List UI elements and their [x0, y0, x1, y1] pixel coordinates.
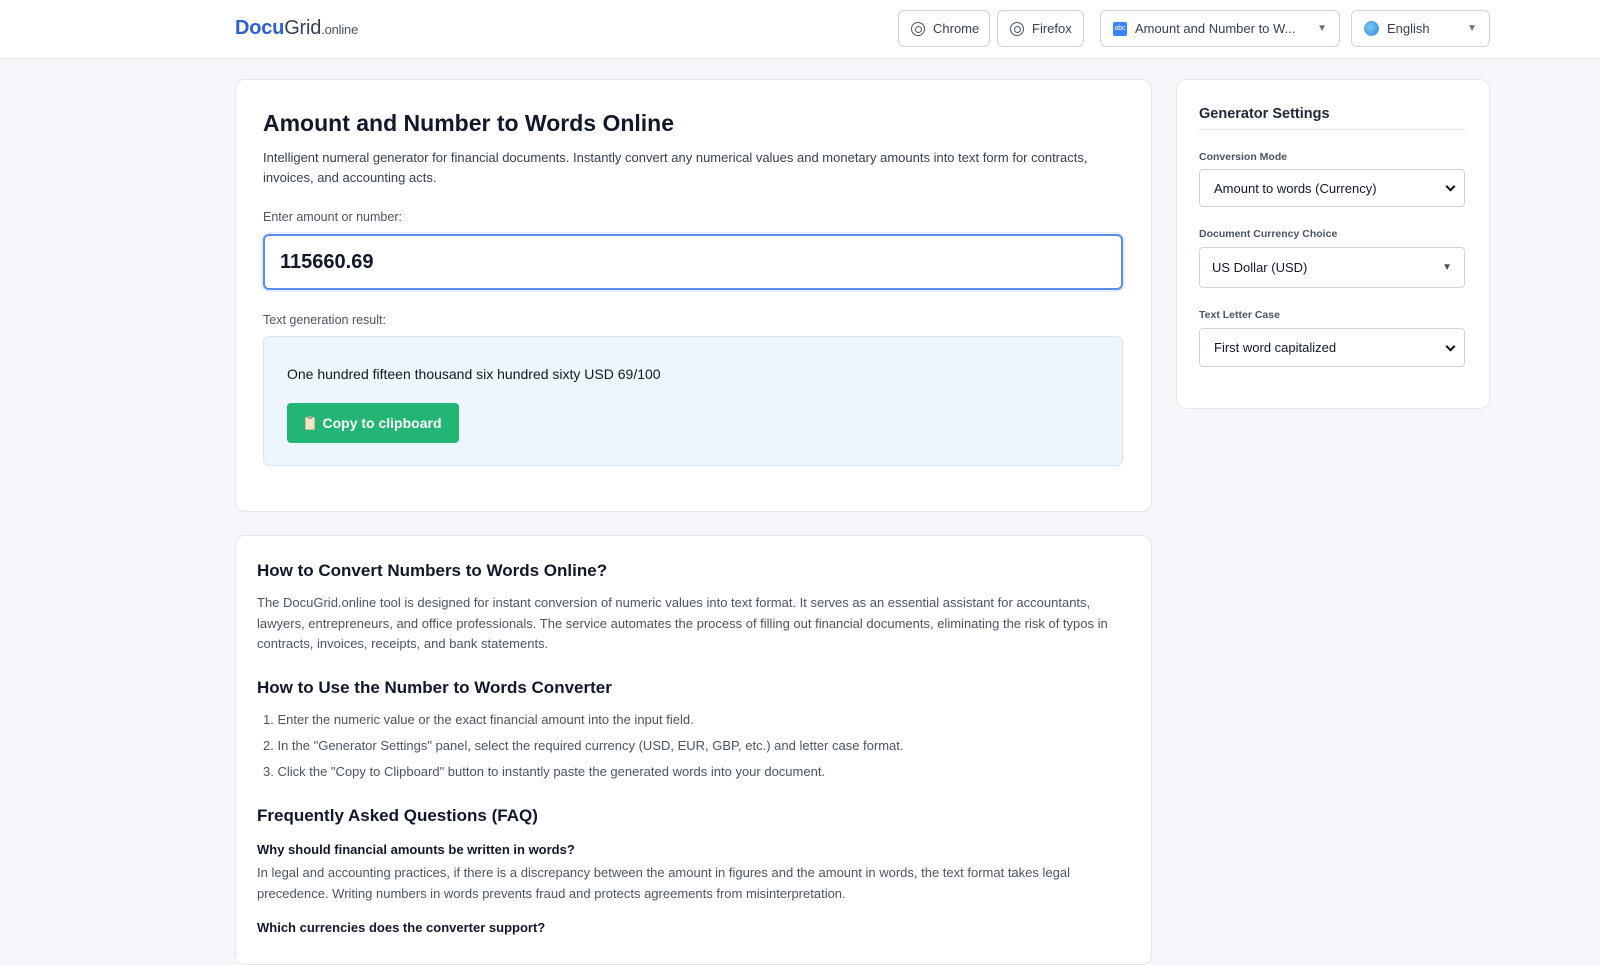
chevron-down-icon — [1445, 341, 1456, 352]
conversion-mode-value: Amount to words (Currency) — [1214, 180, 1377, 196]
info-card: How to Convert Numbers to Words Online? … — [235, 535, 1152, 965]
usage-step: 3. Click the "Copy to Clipboard" button … — [263, 764, 826, 779]
logo-tld: .online — [321, 22, 359, 37]
logo-primary: Docu — [235, 17, 285, 39]
tool-selector-dropdown[interactable]: abc Amount and Number to W... ▼ — [1100, 10, 1340, 47]
copy-button-label: Copy to clipboard — [322, 415, 442, 431]
currency-select[interactable]: US Dollar (USD) ▼ — [1199, 247, 1465, 288]
currency-value: US Dollar (USD) — [1212, 260, 1308, 275]
page-description: Intelligent numeral generator for financ… — [263, 150, 1088, 185]
faq-answer: In legal and accounting practices, if th… — [257, 865, 1070, 901]
chevron-down-icon: ▼ — [1442, 262, 1452, 273]
language-selector-dropdown[interactable]: English ▼ — [1351, 10, 1490, 47]
clipboard-icon — [304, 415, 315, 430]
settings-divider — [1199, 129, 1465, 130]
converter-card: Amount and Number to Words Online Intell… — [235, 79, 1152, 512]
firefox-icon — [1010, 21, 1024, 36]
language-label: English — [1387, 21, 1430, 36]
usage-step: 2. In the "Generator Settings" panel, se… — [263, 738, 904, 753]
chrome-label: Chrome — [933, 21, 980, 36]
faq-question: Why should financial amounts be written … — [257, 842, 575, 857]
conversion-mode-select[interactable]: Amount to words (Currency) — [1199, 169, 1465, 207]
chrome-extension-button[interactable]: Chrome — [898, 10, 990, 47]
faq-heading: Frequently Asked Questions (FAQ) — [257, 806, 538, 825]
top-header: DocuGrid.online Chrome Firefox abc Amoun… — [0, 0, 1600, 59]
chevron-down-icon: ▼ — [1317, 23, 1327, 34]
settings-title: Generator Settings — [1199, 106, 1330, 122]
convert-heading: How to Convert Numbers to Words Online? — [257, 561, 608, 580]
firefox-extension-button[interactable]: Firefox — [997, 10, 1084, 47]
tool-selector-label: Amount and Number to W... — [1135, 21, 1296, 36]
result-box: One hundred fifteen thousand six hundred… — [263, 336, 1123, 466]
convert-paragraph: The DocuGrid.online tool is designed for… — [257, 595, 1108, 651]
site-logo[interactable]: DocuGrid.online — [235, 17, 358, 40]
firefox-label: Firefox — [1032, 21, 1072, 36]
tool-icon: abc — [1113, 21, 1127, 36]
chevron-down-icon — [1445, 181, 1456, 192]
amount-input-label: Enter amount or number: — [263, 210, 402, 224]
currency-label: Document Currency Choice — [1199, 228, 1338, 240]
logo-secondary: Grid — [284, 17, 322, 39]
faq-question: Which currencies does the converter supp… — [257, 920, 546, 935]
letter-case-select[interactable]: First word capitalized — [1199, 328, 1465, 367]
generator-settings-panel: Generator Settings Conversion Mode Amoun… — [1176, 79, 1490, 409]
amount-input[interactable] — [263, 234, 1123, 290]
page-title: Amount and Number to Words Online — [263, 110, 675, 136]
chevron-down-icon: ▼ — [1467, 23, 1477, 34]
usage-step: 1. Enter the numeric value or the exact … — [263, 712, 694, 727]
letter-case-value: First word capitalized — [1214, 340, 1337, 355]
chrome-icon — [911, 21, 925, 36]
result-label: Text generation result: — [263, 313, 386, 327]
usage-heading: How to Use the Number to Words Converter — [257, 678, 612, 697]
copy-to-clipboard-button[interactable]: Copy to clipboard — [287, 403, 459, 443]
globe-icon — [1364, 21, 1379, 36]
conversion-mode-label: Conversion Mode — [1199, 151, 1288, 163]
letter-case-label: Text Letter Case — [1199, 309, 1280, 321]
result-text: One hundred fifteen thousand six hundred… — [287, 366, 661, 382]
